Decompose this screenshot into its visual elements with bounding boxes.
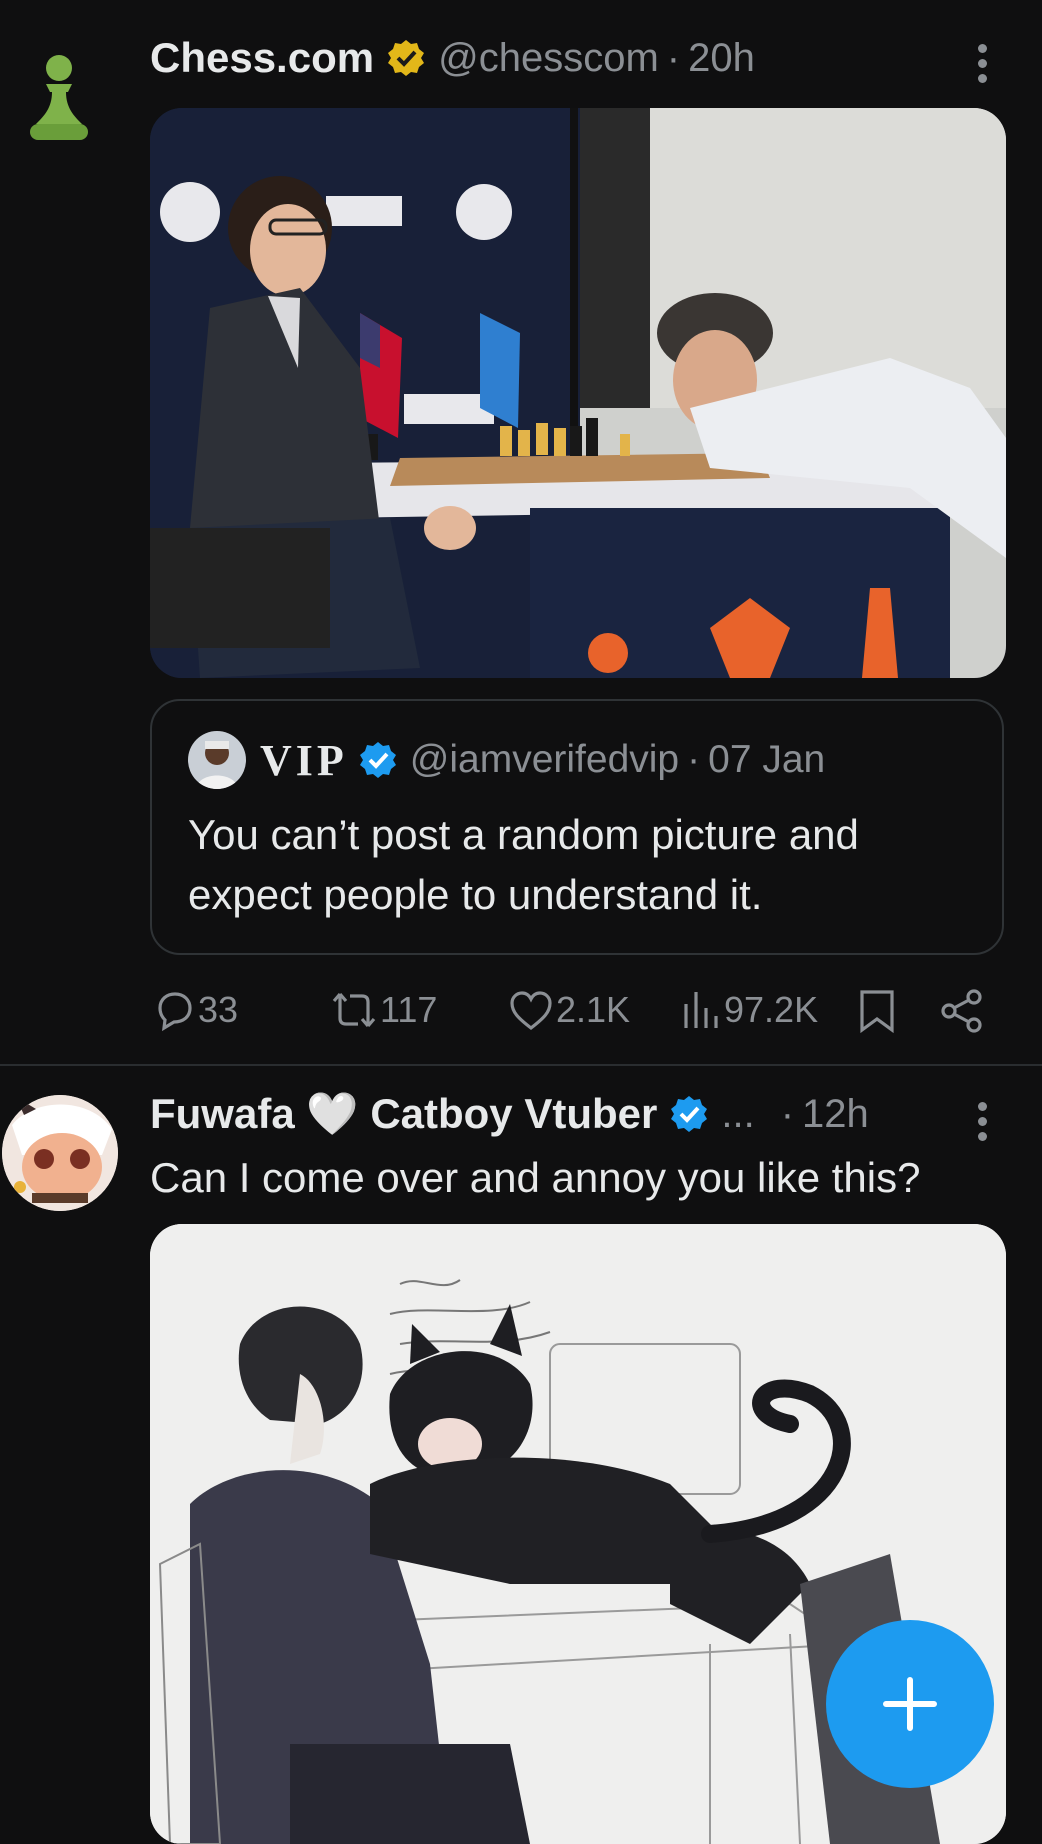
verified-badge-icon	[359, 742, 396, 778]
quote-text-line-1: You can’t post a random picture and	[188, 811, 859, 858]
like-button[interactable]: 2.1K	[508, 988, 630, 1032]
views-chart-icon	[684, 992, 718, 1028]
author-handle[interactable]: @chesscom	[438, 36, 659, 81]
repost-icon	[332, 992, 376, 1028]
quote-author-name: VIP	[260, 735, 348, 785]
catboy-avatar-icon	[2, 1095, 118, 1211]
views-button[interactable]: 97.2K	[680, 988, 818, 1032]
avatar[interactable]	[2, 1095, 118, 1211]
author-name[interactable]: Chess.com	[150, 34, 374, 82]
quote-text: You can’t post a random picture and expe…	[188, 805, 859, 925]
author-name[interactable]: Fuwafa 🤍 Catboy Vtuber	[150, 1090, 657, 1139]
tweet-header: Fuwafa 🤍 Catboy Vtuber ... · 12h	[150, 1086, 869, 1142]
share-button[interactable]	[940, 988, 984, 1034]
repost-count: 117	[380, 989, 438, 1030]
separator: ·	[687, 738, 701, 781]
heart-icon	[510, 991, 552, 1031]
timestamp[interactable]: 12h	[802, 1092, 869, 1137]
quote-author-handle: @iamverifedvip	[409, 738, 680, 781]
more-options-icon[interactable]	[978, 1102, 990, 1147]
views-count: 97.2K	[724, 989, 819, 1030]
quoted-tweet[interactable]: VIP @iamverifedvip · 07 Jan You can’t po…	[150, 699, 1004, 955]
plus-icon	[883, 1677, 937, 1731]
quote-avatar[interactable]	[188, 731, 246, 789]
pawn-icon	[30, 55, 88, 140]
reply-icon	[158, 992, 192, 1032]
like-count: 2.1K	[556, 989, 631, 1030]
reply-count: 33	[198, 989, 239, 1030]
more-options-icon[interactable]	[978, 44, 990, 89]
tweet-actions: 33 117 2.1K 97.2K	[150, 976, 1010, 1046]
reply-button[interactable]: 33	[152, 988, 238, 1032]
separator: ·	[666, 35, 681, 80]
chess-match-photo	[150, 108, 1006, 678]
verified-badge-icon	[388, 40, 425, 76]
repost-button[interactable]: 117	[330, 988, 437, 1032]
tweet-1[interactable]: Chess.com @chesscom · 20h VIP @iamverife…	[0, 0, 1042, 1064]
separator: ·	[780, 1091, 795, 1136]
timestamp[interactable]: 20h	[688, 36, 755, 81]
share-icon	[941, 989, 982, 1033]
person-avatar-icon	[196, 741, 238, 789]
name-ellipsis: ...	[721, 1091, 755, 1136]
bookmark-button[interactable]	[858, 988, 896, 1034]
bookmark-icon	[860, 990, 894, 1034]
quote-header: VIP @iamverifedvip · 07 Jan	[260, 731, 825, 789]
tweet-media-photo[interactable]	[150, 108, 1006, 678]
verified-badge-icon	[671, 1096, 708, 1132]
tweet-text: Can I come over and annoy you like this?	[150, 1154, 921, 1201]
avatar[interactable]	[24, 50, 94, 146]
tweet-header: Chess.com @chesscom · 20h	[150, 30, 755, 86]
quote-text-line-2: expect people to understand it.	[188, 871, 763, 918]
quote-date: 07 Jan	[708, 738, 826, 781]
compose-button[interactable]	[826, 1620, 994, 1788]
